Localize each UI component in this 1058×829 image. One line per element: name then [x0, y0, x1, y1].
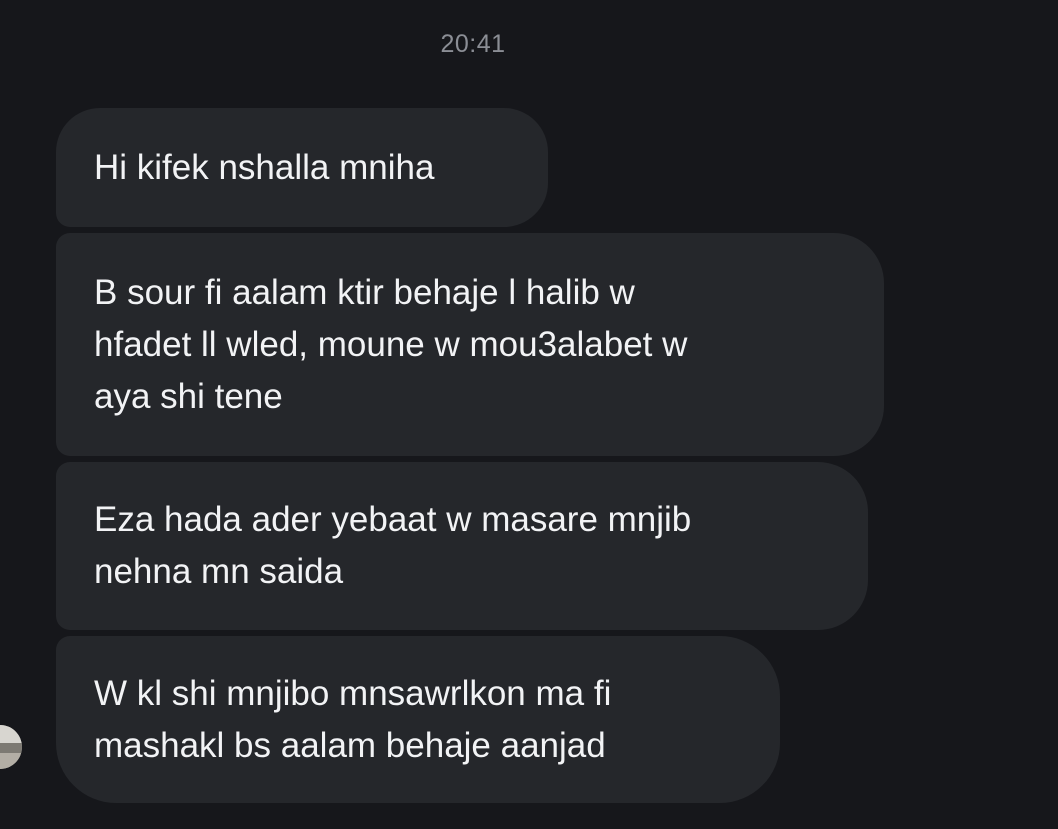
message-bubble[interactable]: B sour fi aalam ktir behaje l halib w hf… — [56, 233, 884, 456]
message-bubble[interactable]: Eza hada ader yebaat w masare mnjib nehn… — [56, 462, 868, 630]
message-timestamp: 20:41 — [440, 30, 506, 58]
chat-thread: 20:41 Hi kifek nshalla mniha B sour fi a… — [0, 0, 1058, 829]
message-bubble[interactable]: Hi kifek nshalla mniha — [56, 108, 548, 227]
sender-avatar[interactable] — [0, 725, 22, 769]
message-bubble[interactable]: W kl shi mnjibo mnsawrlkon ma fi mashakl… — [56, 636, 780, 803]
